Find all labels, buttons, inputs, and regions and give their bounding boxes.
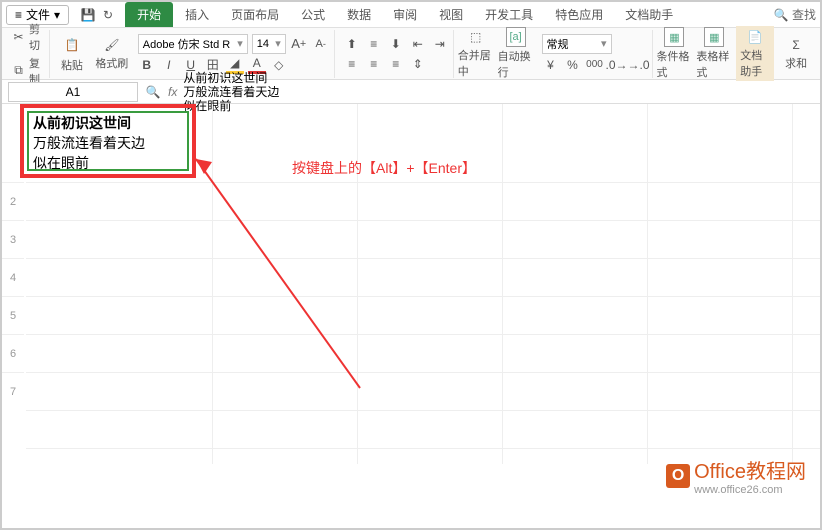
format-painter[interactable]: 🖌 格式刷 <box>94 36 130 71</box>
align-left-icon[interactable]: ≡ <box>343 55 361 73</box>
align-bot-icon[interactable]: ⬇ <box>387 35 405 53</box>
row-header[interactable]: 2 <box>2 182 24 220</box>
watermark-brand: Office教程网 <box>694 455 806 484</box>
cond-format-button[interactable]: ▦ 条件格式 <box>657 27 693 80</box>
zoom-icon[interactable]: 🔍 <box>144 83 162 101</box>
thousands-icon[interactable]: 000 <box>586 56 604 74</box>
annotation-arrow <box>160 144 420 404</box>
watermark-logo: O <box>666 464 690 488</box>
inc-decimal-icon[interactable]: .0→ <box>608 56 626 74</box>
increase-font-icon[interactable]: A+ <box>290 35 308 53</box>
dropdown-icon: ▾ <box>54 8 60 22</box>
indent-dec-icon[interactable]: ⇤ <box>409 35 427 53</box>
row-header[interactable]: 6 <box>2 334 24 372</box>
sum-icon: Σ <box>787 36 805 54</box>
paste-icon: 📋 <box>61 34 83 56</box>
formula-bar-row: A1 🔍 fx 从前初识这世间 万般流连看着天边 似在眼前 <box>2 80 820 104</box>
row-header[interactable]: 7 <box>2 372 24 410</box>
paste-button[interactable]: 📋 粘贴 <box>54 34 90 73</box>
currency-icon[interactable]: ¥ <box>542 56 560 74</box>
merge-icon: ⬚ <box>467 28 485 46</box>
row-headers: 2 3 4 5 6 7 <box>2 182 24 410</box>
row-header[interactable]: 3 <box>2 220 24 258</box>
tab-pagelayout[interactable]: 页面布局 <box>221 2 289 27</box>
dropdown-icon: ▾ <box>601 37 607 50</box>
row-header[interactable]: 5 <box>2 296 24 334</box>
tab-view[interactable]: 视图 <box>429 2 473 27</box>
brush-icon: 🖌 <box>103 36 121 54</box>
redo-icon[interactable]: ↻ <box>99 6 117 24</box>
worksheet[interactable]: 2 3 4 5 6 7 从前初识这世间 万般流连看着天边 似在眼前 按键盘上的【… <box>2 104 820 504</box>
watermark-url: www.office26.com <box>694 484 806 496</box>
tab-review[interactable]: 审阅 <box>383 2 427 27</box>
doc-helper-button[interactable]: 📄 文档助手 <box>736 26 774 81</box>
merge-center-button[interactable]: ⬚ 合并居中 <box>458 28 494 79</box>
decrease-font-icon[interactable]: A- <box>312 35 330 53</box>
tab-home[interactable]: 开始 <box>125 2 173 27</box>
tab-dochelper[interactable]: 文档助手 <box>615 2 683 27</box>
align-center-icon[interactable]: ≡ <box>365 55 383 73</box>
name-box[interactable]: A1 <box>8 82 138 102</box>
align-mid-icon[interactable]: ≡ <box>365 35 383 53</box>
tablefmt-icon: ▦ <box>704 27 724 47</box>
spacing-icon[interactable]: ⇕ <box>409 55 427 73</box>
ribbon: ✂剪切 ⧉复制 📋 粘贴 🖌 格式刷 Adobe 仿宋 Std R ▾ 14 ▾… <box>2 28 820 80</box>
condfmt-icon: ▦ <box>664 27 684 47</box>
dec-decimal-icon[interactable]: →.0 <box>630 56 648 74</box>
tab-insert[interactable]: 插入 <box>175 2 219 27</box>
font-size-select[interactable]: 14 ▾ <box>252 34 286 54</box>
search-icon[interactable]: 🔍 <box>772 6 790 24</box>
find-label[interactable]: 查找 <box>792 6 816 23</box>
tab-devtools[interactable]: 开发工具 <box>475 2 543 27</box>
save-icon[interactable]: 💾 <box>79 6 97 24</box>
align-top-icon[interactable]: ⬆ <box>343 35 361 53</box>
sum-button[interactable]: Σ 求和 <box>778 36 814 71</box>
cell-line: 从前初识这世间 <box>33 115 183 135</box>
dropdown-icon: ▾ <box>237 37 243 50</box>
italic-icon[interactable]: I <box>160 56 178 74</box>
align-right-icon[interactable]: ≡ <box>387 55 405 73</box>
watermark: O Office教程网 www.office26.com <box>666 455 806 496</box>
wrap-icon: [a] <box>506 27 526 47</box>
tab-formula[interactable]: 公式 <box>291 2 335 27</box>
row-header[interactable]: 4 <box>2 258 24 296</box>
cut-label: 剪切 <box>29 21 45 53</box>
dochelper-icon: 📄 <box>746 28 764 46</box>
bold-icon[interactable]: B <box>138 56 156 74</box>
menu-bar: ≡ 文件 ▾ 💾 ↻ 开始 插入 页面布局 公式 数据 审阅 视图 开发工具 特… <box>2 2 820 28</box>
percent-icon[interactable]: % <box>564 56 582 74</box>
dropdown-icon: ▾ <box>275 37 281 50</box>
tab-data[interactable]: 数据 <box>337 2 381 27</box>
tab-special[interactable]: 特色应用 <box>545 2 613 27</box>
number-format-select[interactable]: 常规▾ <box>542 34 612 54</box>
ribbon-tabs: 开始 插入 页面布局 公式 数据 审阅 视图 开发工具 特色应用 文档助手 <box>125 2 683 27</box>
indent-inc-icon[interactable]: ⇥ <box>431 35 449 53</box>
autowrap-button[interactable]: [a] 自动换行 <box>498 27 534 80</box>
fx-icon[interactable]: fx <box>162 85 183 99</box>
cut-icon[interactable]: ✂ <box>12 28 25 46</box>
table-style-button[interactable]: ▦ 表格样式 <box>696 27 732 80</box>
copy-icon[interactable]: ⧉ <box>12 62 25 80</box>
font-name-select[interactable]: Adobe 仿宋 Std R ▾ <box>138 34 248 54</box>
hamburger-icon: ≡ <box>15 8 22 22</box>
